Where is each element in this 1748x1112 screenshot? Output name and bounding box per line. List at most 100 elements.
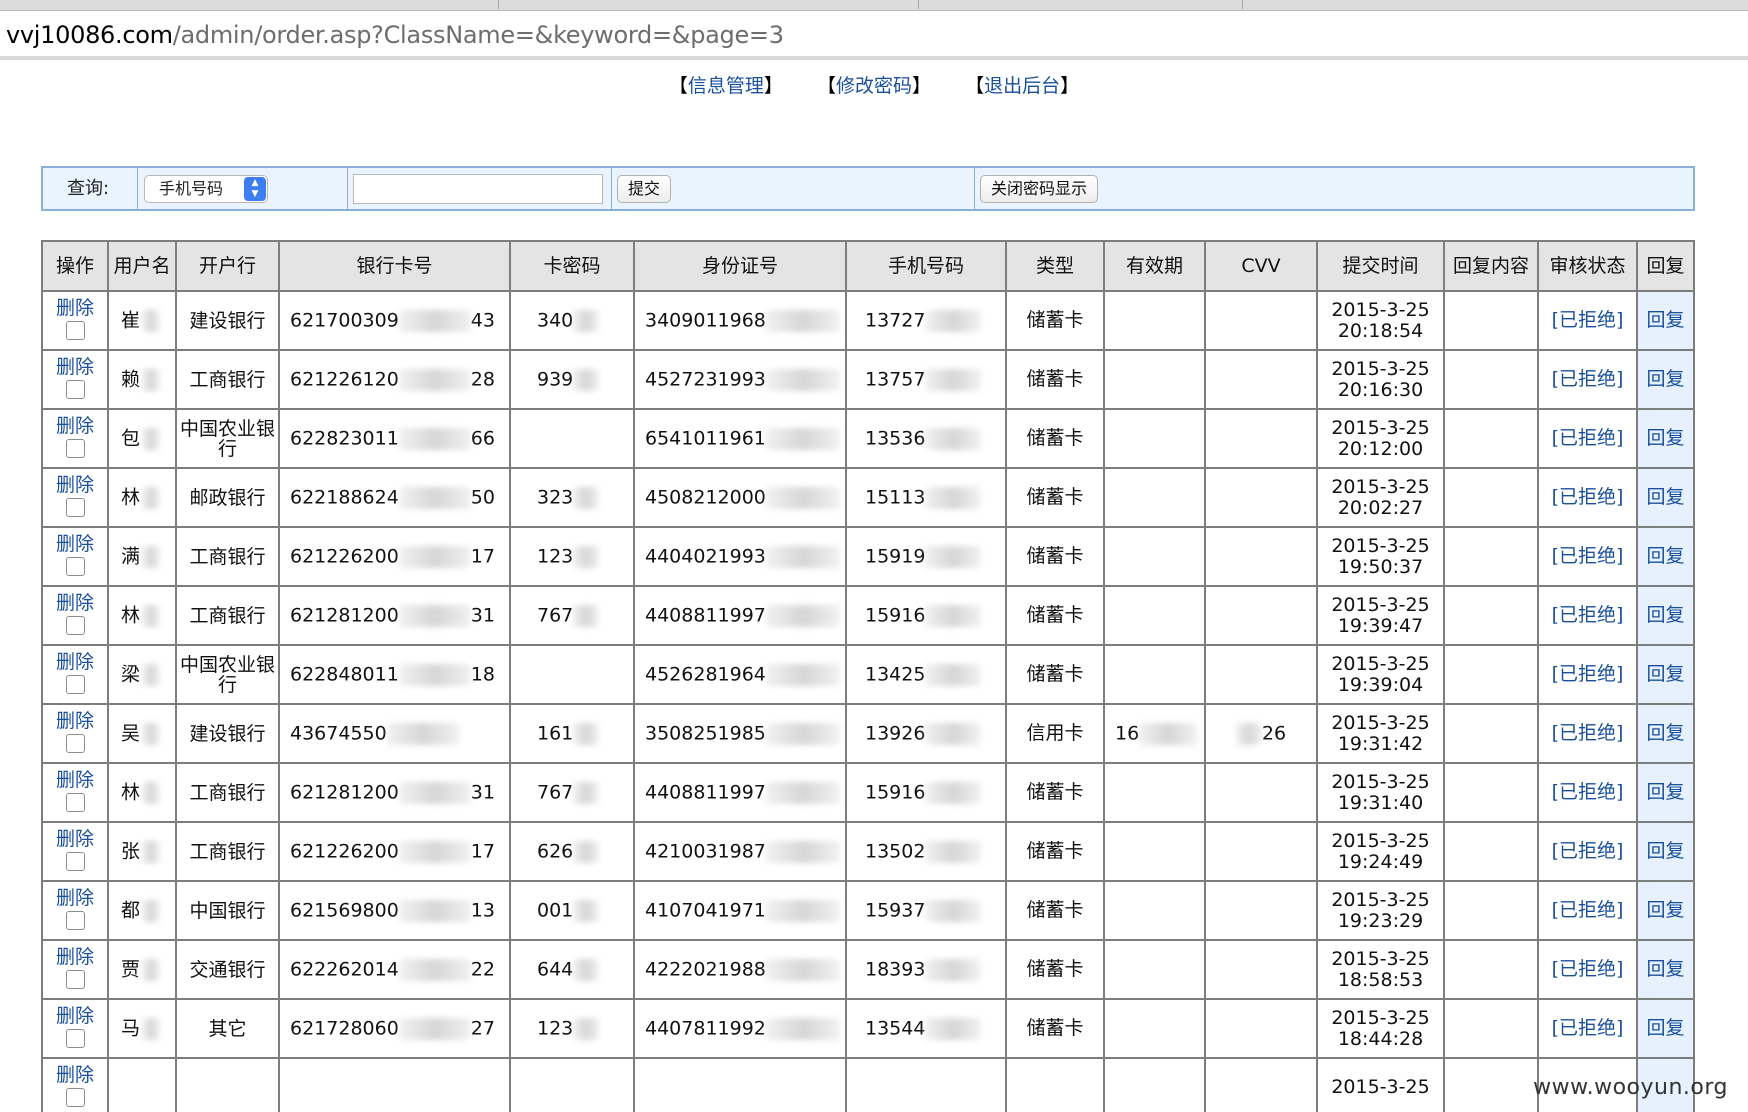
status-rejected-link[interactable]: [已拒绝] (1552, 663, 1624, 685)
row-checkbox[interactable] (65, 379, 85, 399)
redaction-blur (398, 604, 471, 627)
row-checkbox[interactable] (65, 792, 85, 812)
status-rejected-link[interactable]: [已拒绝] (1552, 545, 1624, 567)
row-checkbox[interactable] (65, 851, 85, 871)
row-checkbox[interactable] (65, 733, 85, 753)
reply-link[interactable]: 回复 (1646, 840, 1684, 862)
address-bar[interactable]: vvj10086.com/admin/order.asp?ClassName=&… (0, 11, 1748, 60)
id-number-visible: 4408811997 (645, 781, 766, 803)
delete-link[interactable]: 删除 (44, 298, 106, 317)
username-cell: 林 (107, 585, 177, 646)
status-rejected-link[interactable]: [已拒绝] (1552, 427, 1624, 449)
delete-link[interactable]: 删除 (44, 652, 106, 671)
delete-link[interactable]: 删除 (44, 888, 106, 907)
delete-link[interactable]: 删除 (44, 711, 106, 730)
status-rejected-link[interactable]: [已拒绝] (1552, 604, 1624, 626)
id-number-cell: 4222021988 (633, 939, 847, 1000)
row-checkbox[interactable] (65, 556, 85, 576)
op-cell: 删除 (41, 1057, 109, 1112)
row-checkbox[interactable] (65, 615, 85, 635)
card-number-cell: 621281200 31 (278, 762, 511, 823)
reply-link[interactable]: 回复 (1646, 368, 1684, 390)
status-rejected-link[interactable]: [已拒绝] (1552, 958, 1624, 980)
reply-link[interactable]: 回复 (1646, 722, 1684, 744)
search-input[interactable] (353, 174, 603, 204)
nav-logout[interactable]: 【退出后台】 (965, 72, 1079, 100)
reply-link[interactable]: 回复 (1646, 427, 1684, 449)
status-rejected-link[interactable]: [已拒绝] (1552, 840, 1624, 862)
card-number-visible: 622823011 (290, 427, 399, 449)
redaction-blur (765, 604, 840, 627)
redaction-blur (765, 427, 840, 450)
reply-link[interactable]: 回复 (1646, 486, 1684, 508)
reply-link[interactable]: 回复 (1646, 1017, 1684, 1039)
status-rejected-link[interactable]: [已拒绝] (1552, 1017, 1624, 1039)
toggle-password-button[interactable]: 关闭密码显示 (980, 175, 1099, 203)
row-checkbox[interactable] (65, 497, 85, 517)
row-checkbox[interactable] (65, 1028, 85, 1048)
delete-link[interactable]: 删除 (44, 947, 106, 966)
op-cell: 删除 (41, 408, 109, 469)
status-rejected-link[interactable]: [已拒绝] (1552, 899, 1624, 921)
id-number-cell: 3508251985 (633, 703, 847, 764)
nav-change-password[interactable]: 【修改密码】 (817, 72, 931, 100)
status-rejected-link[interactable]: [已拒绝] (1552, 781, 1624, 803)
username-cell: 崔 (107, 290, 177, 351)
redaction-blur (386, 722, 459, 745)
pin-cell: 123 (509, 526, 635, 587)
delete-link[interactable]: 删除 (44, 475, 106, 494)
op-cell: 删除 (41, 526, 109, 587)
nav-info-management[interactable]: 【信息管理】 (669, 72, 783, 100)
status-rejected-link[interactable]: [已拒绝] (1552, 309, 1624, 331)
redaction-blur (1139, 722, 1198, 745)
expiry-cell (1103, 880, 1206, 941)
row-checkbox[interactable] (65, 969, 85, 989)
reply-content-cell (1443, 290, 1539, 351)
id-number-cell: 4408811997 (633, 762, 847, 823)
submit-clock: 20:18:54 (1337, 319, 1424, 342)
status-rejected-link[interactable]: [已拒绝] (1552, 722, 1624, 744)
card-type-cell: 储蓄卡 (1005, 998, 1105, 1059)
bank-cell: 其它 (175, 998, 280, 1059)
delete-link[interactable]: 删除 (44, 357, 106, 376)
reply-link[interactable]: 回复 (1646, 781, 1684, 803)
reply-link[interactable]: 回复 (1646, 663, 1684, 685)
status-rejected-link[interactable]: [已拒绝] (1552, 368, 1624, 390)
delete-link[interactable]: 删除 (44, 593, 106, 612)
pin-visible: 161 (537, 722, 574, 744)
select-arrows-icon: ▲ ▼ (244, 177, 266, 201)
row-checkbox[interactable] (65, 910, 85, 930)
delete-link[interactable]: 删除 (44, 416, 106, 435)
expiry-cell (1103, 644, 1206, 705)
reply-link[interactable]: 回复 (1646, 545, 1684, 567)
redaction-blur (925, 368, 982, 391)
status-rejected-link[interactable]: [已拒绝] (1552, 486, 1624, 508)
row-checkbox[interactable] (65, 1087, 85, 1107)
reply-link[interactable]: 回复 (1646, 958, 1684, 980)
review-status-cell: [已拒绝] (1537, 998, 1638, 1059)
reply-link[interactable]: 回复 (1646, 604, 1684, 626)
delete-link[interactable]: 删除 (44, 829, 106, 848)
delete-link[interactable]: 删除 (44, 534, 106, 553)
submit-date: 2015-3-25 (1331, 770, 1430, 793)
redaction-blur (765, 899, 840, 922)
table-row: 删除林 工商银行 621281200 31 767 4408811997 15916 储蓄卡 2… (41, 762, 1695, 823)
reply-cell: 回复 (1636, 644, 1695, 705)
row-checkbox[interactable] (65, 438, 85, 458)
submit-button[interactable]: 提交 (617, 175, 672, 203)
username-cell: 吴 (107, 703, 177, 764)
row-checkbox[interactable] (65, 674, 85, 694)
redaction-blur (142, 368, 161, 391)
row-checkbox[interactable] (65, 320, 85, 340)
submit-time-cell: 2015-3-25 19:39:47 (1316, 585, 1445, 646)
redaction-blur (765, 486, 840, 509)
reply-content-cell (1443, 880, 1539, 941)
phone-visible: 13757 (865, 368, 926, 390)
search-field-select[interactable]: 手机号码 ▲ ▼ (144, 175, 268, 203)
reply-link[interactable]: 回复 (1646, 309, 1684, 331)
cvv-cell (1204, 1057, 1318, 1112)
reply-link[interactable]: 回复 (1646, 899, 1684, 921)
delete-link[interactable]: 删除 (44, 1006, 106, 1025)
delete-link[interactable]: 删除 (44, 770, 106, 789)
delete-link[interactable]: 删除 (44, 1065, 106, 1084)
